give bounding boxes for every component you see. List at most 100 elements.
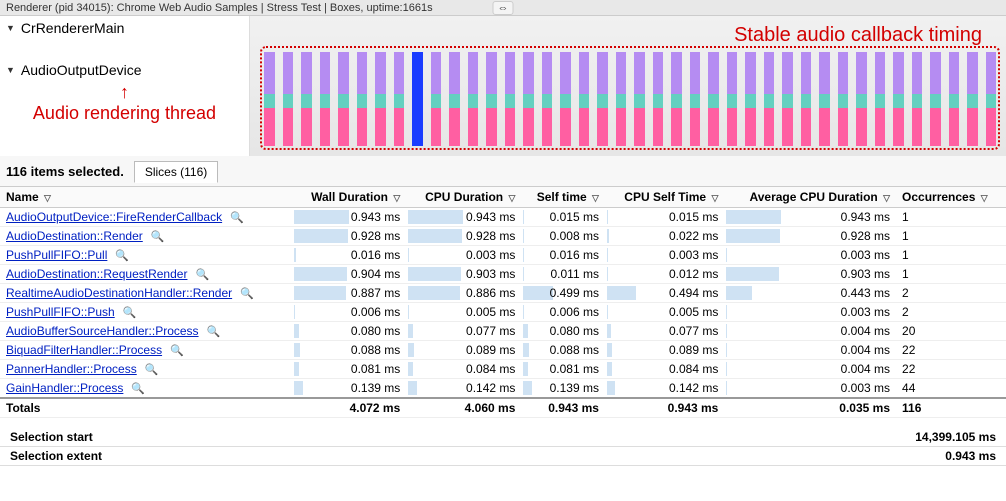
magnifier-icon[interactable]: 🔍 (115, 307, 137, 319)
slice-segment (912, 94, 923, 108)
slice-link[interactable]: AudioOutputDevice::FireRenderCallback (6, 210, 222, 224)
tab-slices[interactable]: Slices (116) (134, 161, 218, 183)
timeline-slice[interactable] (412, 52, 423, 146)
col-cpu[interactable]: CPU Duration ▽ (406, 187, 521, 208)
slice-link[interactable]: PushPullFIFO::Push (6, 305, 115, 319)
timeline-slice[interactable] (468, 52, 479, 146)
timeline-slice[interactable] (283, 52, 294, 146)
divider-handle-icon[interactable]: ⇔ (493, 1, 514, 15)
cell-num: 0.928 ms (724, 227, 896, 246)
slice-link[interactable]: AudioDestination::RequestRender (6, 267, 187, 281)
timeline-slice[interactable] (949, 52, 960, 146)
timeline-slice[interactable] (708, 52, 719, 146)
cell-num: 0.088 ms (521, 341, 605, 360)
timeline-slice[interactable] (616, 52, 627, 146)
timeline-slice[interactable] (875, 52, 886, 146)
timeline-slice[interactable] (819, 52, 830, 146)
table-row[interactable]: AudioBufferSourceHandler::Process🔍0.080 … (0, 322, 1006, 341)
timeline-slice[interactable] (912, 52, 923, 146)
cell-num: 0.012 ms (605, 265, 724, 284)
cell-num: 0.015 ms (521, 208, 605, 227)
table-row[interactable]: PushPullFIFO::Push🔍0.006 ms0.005 ms0.006… (0, 303, 1006, 322)
magnifier-icon[interactable]: 🔍 (162, 345, 184, 357)
timeline-slice[interactable] (690, 52, 701, 146)
magnifier-icon[interactable]: 🔍 (187, 269, 209, 281)
slice-link[interactable]: AudioDestination::Render (6, 229, 143, 243)
timeline-slice[interactable] (801, 52, 812, 146)
timeline-slice[interactable] (579, 52, 590, 146)
slice-segment (523, 94, 534, 108)
timeline-slice[interactable] (523, 52, 534, 146)
timeline-slice[interactable] (320, 52, 331, 146)
timeline-slice[interactable] (597, 52, 608, 146)
slice-segment (375, 52, 386, 94)
magnifier-icon[interactable]: 🔍 (107, 250, 129, 262)
slice-link[interactable]: PannerHandler::Process (6, 362, 137, 376)
slice-segment (264, 108, 275, 146)
timeline-slice[interactable] (745, 52, 756, 146)
slice-link[interactable]: GainHandler::Process (6, 381, 123, 395)
slice-segment (745, 52, 756, 94)
timeline-slice[interactable] (986, 52, 997, 146)
timeline-slice[interactable] (764, 52, 775, 146)
timeline-slice[interactable] (838, 52, 849, 146)
magnifier-icon[interactable]: 🔍 (137, 364, 159, 376)
timeline-slice[interactable] (893, 52, 904, 146)
magnifier-icon[interactable]: 🔍 (222, 212, 244, 224)
col-self[interactable]: Self time ▽ (521, 187, 605, 208)
timeline-slice[interactable] (375, 52, 386, 146)
magnifier-icon[interactable]: 🔍 (123, 383, 145, 395)
timeline-slice[interactable] (449, 52, 460, 146)
disclosure-triangle-icon[interactable]: ▼ (6, 23, 15, 33)
slice-link[interactable]: PushPullFIFO::Pull (6, 248, 107, 262)
slice-segment (930, 94, 941, 108)
slice-link[interactable]: BiquadFilterHandler::Process (6, 343, 162, 357)
col-avgcpu[interactable]: Average CPU Duration ▽ (724, 187, 896, 208)
table-row[interactable]: AudioDestination::Render🔍0.928 ms0.928 m… (0, 227, 1006, 246)
annotation-arrow-icon: ↑ (0, 82, 249, 103)
table-row[interactable]: AudioDestination::RequestRender🔍0.904 ms… (0, 265, 1006, 284)
magnifier-icon[interactable]: 🔍 (232, 288, 254, 300)
table-row[interactable]: GainHandler::Process🔍0.139 ms0.142 ms0.1… (0, 379, 1006, 399)
table-row[interactable]: PannerHandler::Process🔍0.081 ms0.084 ms0… (0, 360, 1006, 379)
slice-link[interactable]: AudioBufferSourceHandler::Process (6, 324, 199, 338)
slice-segment (634, 52, 645, 94)
timeline-slice[interactable] (560, 52, 571, 146)
magnifier-icon[interactable]: 🔍 (199, 326, 221, 338)
timeline-slice[interactable] (727, 52, 738, 146)
timeline-slice[interactable] (505, 52, 516, 146)
slice-segment (856, 52, 867, 94)
timeline-slice[interactable] (967, 52, 978, 146)
timeline-slice[interactable] (542, 52, 553, 146)
timeline-slice[interactable] (431, 52, 442, 146)
timeline-slice[interactable] (357, 52, 368, 146)
cell-name: PushPullFIFO::Pull🔍 (0, 246, 292, 265)
disclosure-triangle-icon[interactable]: ▼ (6, 65, 15, 75)
timeline-slice[interactable] (653, 52, 664, 146)
col-name[interactable]: Name ▽ (0, 187, 292, 208)
thread-row-audio-output[interactable]: ▼ AudioOutputDevice (0, 58, 249, 82)
timeline-slice[interactable] (338, 52, 349, 146)
col-occ[interactable]: Occurrences ▽ (896, 187, 1006, 208)
timeline-slice[interactable] (486, 52, 497, 146)
timeline-slice[interactable] (930, 52, 941, 146)
timeline-canvas[interactable]: Stable audio callback timing (250, 16, 1006, 156)
col-wall[interactable]: Wall Duration ▽ (292, 187, 406, 208)
table-row[interactable]: PushPullFIFO::Pull🔍0.016 ms0.003 ms0.016… (0, 246, 1006, 265)
col-cpuself[interactable]: CPU Self Time ▽ (605, 187, 724, 208)
timeline-slice[interactable] (394, 52, 405, 146)
timeline-slice[interactable] (301, 52, 312, 146)
timeline-slice[interactable] (634, 52, 645, 146)
table-row[interactable]: RealtimeAudioDestinationHandler::Render🔍… (0, 284, 1006, 303)
timeline-slice[interactable] (671, 52, 682, 146)
table-row[interactable]: AudioOutputDevice::FireRenderCallback🔍 0.… (0, 208, 1006, 227)
timeline-slice[interactable] (264, 52, 275, 146)
timeline-slice[interactable] (856, 52, 867, 146)
timeline-slice[interactable] (782, 52, 793, 146)
thread-row-renderer-main[interactable]: ▼ CrRendererMain (0, 16, 249, 40)
magnifier-icon[interactable]: 🔍 (143, 231, 165, 243)
table-row[interactable]: BiquadFilterHandler::Process🔍0.088 ms0.0… (0, 341, 1006, 360)
slice-link[interactable]: RealtimeAudioDestinationHandler::Render (6, 286, 232, 300)
slice-segment (949, 108, 960, 146)
slice-segment (468, 94, 479, 108)
